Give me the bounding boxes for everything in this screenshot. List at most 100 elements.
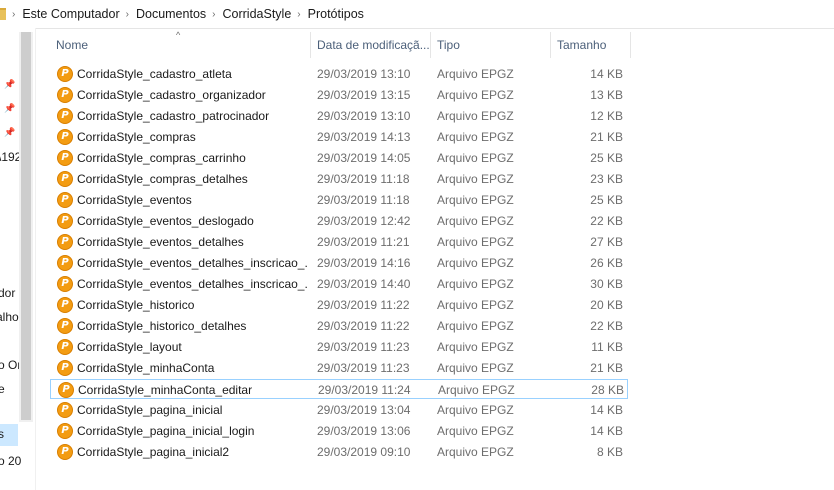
file-size: 14 KB xyxy=(590,403,623,417)
epgz-file-icon: P xyxy=(57,360,73,376)
file-size: 11 KB xyxy=(591,340,623,354)
breadcrumb-item-corridastyle[interactable]: CorridaStyle xyxy=(223,7,292,21)
file-size: 25 KB xyxy=(590,151,623,165)
column-header-type[interactable]: Tipo xyxy=(431,32,551,58)
breadcrumb[interactable]: › Este Computador › Documentos › Corrida… xyxy=(0,0,834,29)
file-date: 29/03/2019 13:06 xyxy=(317,424,411,438)
file-type: Arquivo EPGZ xyxy=(437,361,514,375)
file-size: 12 KB xyxy=(590,109,623,123)
file-date: 29/03/2019 11:23 xyxy=(317,361,410,375)
file-name: CorridaStyle_layout xyxy=(77,340,182,354)
nav-item-o20[interactable]: o 20 xyxy=(0,454,21,468)
file-type: Arquivo EPGZ xyxy=(437,445,514,459)
navigation-pane[interactable]: 📌 📌 📌 \192 dor alho o Or e s o 20 xyxy=(0,28,36,490)
file-type: Arquivo EPGZ xyxy=(437,235,514,249)
file-type: Arquivo EPGZ xyxy=(437,130,514,144)
nav-item-dor[interactable]: dor xyxy=(0,286,15,300)
epgz-file-icon: P xyxy=(57,339,73,355)
nav-scrollbar-thumb[interactable] xyxy=(21,32,31,420)
file-row[interactable]: P CorridaStyle_historico_detalhes 29/03/20… xyxy=(50,316,628,336)
nav-scrollbar[interactable] xyxy=(19,32,33,422)
nav-item-selected[interactable]: s xyxy=(0,424,18,446)
file-size: 22 KB xyxy=(590,214,623,228)
file-size: 14 KB xyxy=(590,424,623,438)
folder-icon xyxy=(0,8,6,20)
file-size: 20 KB xyxy=(590,298,623,312)
pin-icon[interactable]: 📌 xyxy=(4,128,15,137)
file-size: 21 KB xyxy=(590,130,623,144)
nav-item-alho[interactable]: alho xyxy=(0,310,19,324)
epgz-file-icon: P xyxy=(57,66,73,82)
file-row[interactable]: P CorridaStyle_cadastro_atleta 29/03/2019 … xyxy=(50,64,628,84)
file-date: 29/03/2019 11:24 xyxy=(318,383,411,397)
file-date: 29/03/2019 14:16 xyxy=(317,256,411,270)
nav-item-s[interactable]: s xyxy=(0,427,4,441)
file-row[interactable]: P CorridaStyle_pagina_inicial 29/03/2019 1… xyxy=(50,400,628,420)
file-size: 13 KB xyxy=(590,88,623,102)
epgz-file-icon: P xyxy=(57,444,73,460)
file-row[interactable]: P CorridaStyle_eventos_deslogado 29/03/201… xyxy=(50,211,628,231)
chevron-right-icon[interactable]: › xyxy=(297,9,300,20)
file-row[interactable]: P CorridaStyle_compras_detalhes 29/03/2019… xyxy=(50,169,628,189)
file-name: CorridaStyle_compras_detalhes xyxy=(77,172,248,186)
file-type: Arquivo EPGZ xyxy=(437,403,514,417)
file-name: CorridaStyle_cadastro_patrocinador xyxy=(77,109,270,123)
file-type: Arquivo EPGZ xyxy=(437,340,514,354)
chevron-right-icon[interactable]: › xyxy=(212,9,215,20)
pin-icon[interactable]: 📌 xyxy=(4,80,15,89)
epgz-file-icon: P xyxy=(57,402,73,418)
file-date: 29/03/2019 13:10 xyxy=(317,109,411,123)
breadcrumb-item-este-computador[interactable]: Este Computador xyxy=(22,7,119,21)
file-type: Arquivo EPGZ xyxy=(437,67,514,81)
chevron-right-icon[interactable]: › xyxy=(126,9,129,20)
epgz-file-icon: P xyxy=(57,150,73,166)
epgz-file-icon: P xyxy=(57,108,73,124)
breadcrumb-item-prototipos[interactable]: Protótipos xyxy=(308,7,364,21)
column-header-date[interactable]: Data de modificaçã... xyxy=(311,32,431,58)
file-size: 26 KB xyxy=(590,256,623,270)
file-name: CorridaStyle_minhaConta xyxy=(77,361,215,375)
file-row[interactable]: P CorridaStyle_cadastro_patrocinador 29/03… xyxy=(50,106,628,126)
file-row[interactable]: P CorridaStyle_eventos_detalhes_inscricao… xyxy=(50,253,628,273)
chevron-right-icon[interactable]: › xyxy=(12,9,15,20)
column-header-size[interactable]: Tamanho xyxy=(551,32,631,58)
column-header-name[interactable]: Nome xyxy=(50,32,311,58)
file-type: Arquivo EPGZ xyxy=(437,214,514,228)
file-date: 29/03/2019 12:42 xyxy=(317,214,411,228)
file-name: CorridaStyle_pagina_inicial xyxy=(77,403,223,417)
file-type: Arquivo EPGZ xyxy=(437,88,514,102)
file-type: Arquivo EPGZ xyxy=(437,193,514,207)
file-row[interactable]: P CorridaStyle_minhaConta_editar 29/03/201… xyxy=(50,379,628,399)
epgz-file-icon: P xyxy=(57,87,73,103)
file-name: CorridaStyle_pagina_inicial_login xyxy=(77,424,255,438)
epgz-file-icon: P xyxy=(58,382,74,398)
nav-item-e[interactable]: e xyxy=(0,382,5,396)
pane-divider xyxy=(35,28,36,490)
file-row[interactable]: P CorridaStyle_pagina_inicial2 29/03/2019 … xyxy=(50,442,628,462)
epgz-file-icon: P xyxy=(57,423,73,439)
file-row[interactable]: P CorridaStyle_eventos_detalhes 29/03/2019… xyxy=(50,232,628,252)
file-row[interactable]: P CorridaStyle_pagina_inicial_login 29/03/… xyxy=(50,421,628,441)
file-row[interactable]: P CorridaStyle_cadastro_organizador 29/03/… xyxy=(50,85,628,105)
pin-icon[interactable]: 📌 xyxy=(4,104,15,113)
file-row[interactable]: P CorridaStyle_eventos_detalhes_inscricao… xyxy=(50,274,628,294)
file-size: 30 KB xyxy=(590,277,623,291)
file-name: CorridaStyle_historico_detalhes xyxy=(77,319,247,333)
file-row[interactable]: P CorridaStyle_eventos 29/03/2019 11:18 Arq… xyxy=(50,190,628,210)
file-date: 29/03/2019 14:13 xyxy=(317,130,411,144)
file-row[interactable]: P CorridaStyle_compras_carrinho 29/03/2019… xyxy=(50,148,628,168)
file-name: CorridaStyle_cadastro_organizador xyxy=(77,88,266,102)
file-name: CorridaStyle_pagina_inicial2 xyxy=(77,445,230,459)
breadcrumb-item-documentos[interactable]: Documentos xyxy=(136,7,206,21)
file-row[interactable]: P CorridaStyle_compras 29/03/2019 14:13 Arq… xyxy=(50,127,628,147)
file-type: Arquivo EPGZ xyxy=(437,256,514,270)
file-row[interactable]: P CorridaStyle_minhaConta 29/03/2019 11:23… xyxy=(50,358,628,378)
epgz-file-icon: P xyxy=(57,129,73,145)
file-row[interactable]: P CorridaStyle_layout 29/03/2019 11:23 Arqu… xyxy=(50,337,628,357)
file-size: 27 KB xyxy=(590,235,623,249)
file-size: 28 KB xyxy=(591,383,624,397)
file-row[interactable]: P CorridaStyle_historico 29/03/2019 11:22 A… xyxy=(50,295,628,315)
epgz-file-icon: P xyxy=(57,255,73,271)
epgz-file-icon: P xyxy=(57,171,73,187)
file-date: 29/03/2019 11:22 xyxy=(317,298,410,312)
